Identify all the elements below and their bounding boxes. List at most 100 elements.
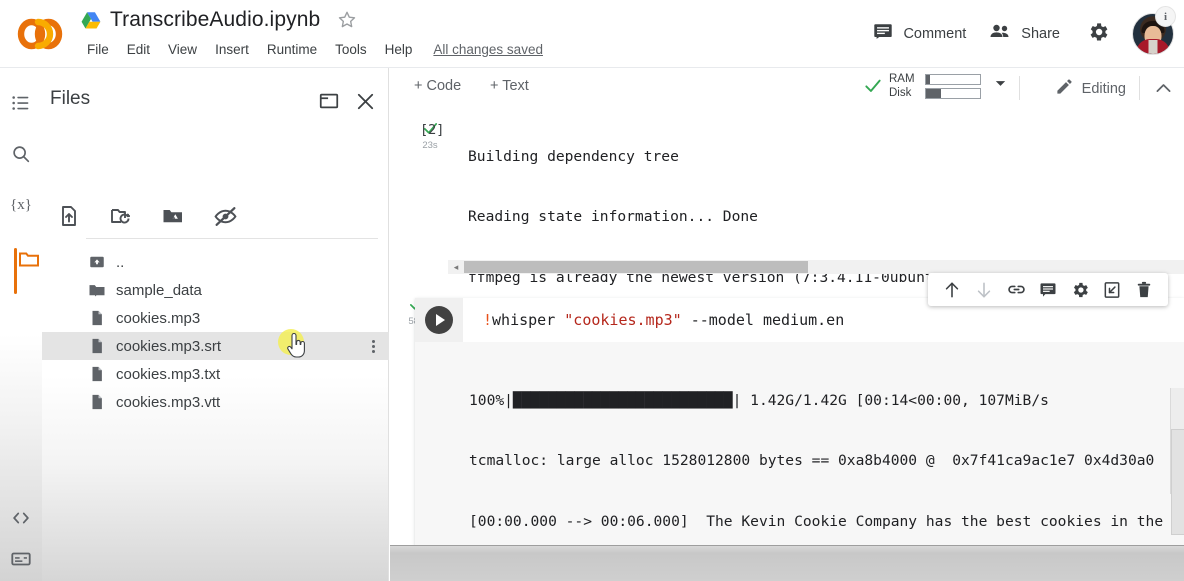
run-cell-button[interactable] xyxy=(415,298,463,342)
code-snippets-icon[interactable] xyxy=(8,505,34,531)
list-item-selected[interactable]: cookies.mp3.srt xyxy=(42,332,389,360)
cell-1-horizontal-scrollbar[interactable]: ◂ xyxy=(448,260,1184,274)
output-line: tcmalloc: large alloc 1528012800 bytes =… xyxy=(469,452,1155,470)
settings-button[interactable] xyxy=(1086,20,1110,49)
expand-caret-icon[interactable] xyxy=(92,285,102,297)
output-line: Reading state information... Done xyxy=(468,208,758,226)
pencil-icon xyxy=(1055,77,1074,101)
toc-icon[interactable] xyxy=(8,90,34,116)
menu-bar: File Edit View Insert Runtime Tools Help… xyxy=(78,36,543,62)
files-panel: Files .. sample_data cookies.mp3 cookies… xyxy=(42,68,389,581)
scroll-left-arrow-icon[interactable]: ◂ xyxy=(448,262,464,273)
link-to-cell-icon[interactable] xyxy=(1003,277,1029,303)
file-icon xyxy=(88,336,106,356)
file-name: sample_data xyxy=(116,281,202,299)
hide-hidden-icon[interactable] xyxy=(210,201,240,231)
app-header: TranscribeAudio.ipynb File Edit View Ins… xyxy=(0,0,1184,68)
files-panel-title: Files xyxy=(50,88,91,109)
files-toolbar xyxy=(54,194,379,238)
close-icon[interactable] xyxy=(352,88,378,114)
comment-button[interactable]: Comment xyxy=(872,21,966,48)
delete-cell-icon[interactable] xyxy=(1131,277,1157,303)
share-button[interactable]: Share xyxy=(988,20,1060,49)
editing-label: Editing xyxy=(1081,81,1126,97)
code-token-bang: ! xyxy=(483,311,493,329)
parent-folder-icon xyxy=(88,252,106,272)
disk-gauge-row: Disk xyxy=(889,87,981,99)
output-line: 100%|█████████████████████████| 1.42G/1.… xyxy=(469,391,1049,409)
star-outline-icon[interactable] xyxy=(336,9,358,31)
file-list: .. sample_data cookies.mp3 cookies.mp3.s… xyxy=(42,248,389,416)
comment-icon xyxy=(872,21,894,48)
file-name: cookies.mp3.txt xyxy=(116,365,221,383)
disk-label: Disk xyxy=(889,87,912,99)
refresh-folder-icon[interactable] xyxy=(106,201,136,231)
variables-icon[interactable]: {x} xyxy=(8,192,34,218)
file-icon xyxy=(88,364,106,384)
folder-icon[interactable] xyxy=(14,246,44,272)
add-text-cell-button[interactable]: + Text xyxy=(490,78,529,94)
avatar-collar xyxy=(1148,40,1158,54)
list-item[interactable]: cookies.mp3.txt xyxy=(42,360,389,388)
cell-2-output: 100%|█████████████████████████| 1.42G/1.… xyxy=(415,342,1184,557)
new-window-icon[interactable] xyxy=(316,88,342,114)
avatar-info-badge[interactable]: i xyxy=(1155,6,1176,27)
file-name: cookies.mp3 xyxy=(116,309,201,327)
notebook-body: 23s [2] Building dependency tree Reading… xyxy=(390,108,1184,581)
google-drive-icon xyxy=(80,9,102,31)
notebook-bottom-area xyxy=(390,545,1184,581)
menu-insert[interactable]: Insert xyxy=(206,40,258,59)
search-icon[interactable] xyxy=(8,141,34,167)
add-code-cell-button[interactable]: + Code xyxy=(414,78,461,94)
code-editor-line[interactable]: !whisper "cookies.mp3" --model medium.en xyxy=(483,311,844,329)
comment-label: Comment xyxy=(903,26,967,42)
variables-glyph: {x} xyxy=(10,196,32,213)
ram-gauge-row: RAM xyxy=(889,73,981,85)
toolbar-divider xyxy=(1139,76,1140,100)
ram-gauge xyxy=(925,73,981,85)
scrollbar-thumb[interactable] xyxy=(464,261,808,273)
add-comment-icon[interactable] xyxy=(1035,277,1061,303)
list-item[interactable]: cookies.mp3 xyxy=(42,304,389,332)
terminal-icon[interactable] xyxy=(8,546,34,572)
code-token-command: whisper xyxy=(492,311,565,329)
output-vertical-scrollbar[interactable] xyxy=(1170,388,1184,535)
cell-1-elapsed: 23s xyxy=(422,140,438,151)
menu-runtime[interactable]: Runtime xyxy=(258,40,326,59)
cell-settings-icon[interactable] xyxy=(1067,277,1093,303)
resources-status[interactable]: RAM Disk xyxy=(863,73,1008,99)
list-item[interactable]: cookies.mp3.vtt xyxy=(42,388,389,416)
move-cell-up-icon[interactable] xyxy=(939,277,965,303)
file-name: .. xyxy=(116,253,125,271)
menu-edit[interactable]: Edit xyxy=(118,40,159,59)
mirror-cell-icon[interactable] xyxy=(1099,277,1125,303)
menu-help[interactable]: Help xyxy=(376,40,422,59)
resource-gauges: RAM Disk xyxy=(889,73,981,99)
cell-action-toolbar xyxy=(928,273,1168,306)
left-icon-rail: {x} xyxy=(0,68,42,581)
ram-label: RAM xyxy=(889,73,915,85)
row-overflow-menu-icon[interactable] xyxy=(372,339,375,353)
move-cell-down-icon xyxy=(971,277,997,303)
cell-1-exec-count: [2] xyxy=(420,122,445,138)
menu-file[interactable]: File xyxy=(78,40,118,59)
scrollbar-thumb[interactable] xyxy=(1171,428,1184,535)
share-label: Share xyxy=(1021,26,1060,42)
colab-app: TranscribeAudio.ipynb File Edit View Ins… xyxy=(0,0,1184,581)
header-actions: Comment Share i xyxy=(850,6,1176,60)
editing-mode-button[interactable]: Editing xyxy=(1055,77,1126,101)
save-status[interactable]: All changes saved xyxy=(433,42,543,57)
file-icon xyxy=(88,308,106,328)
chevron-up-icon[interactable] xyxy=(1153,78,1174,104)
menu-view[interactable]: View xyxy=(159,40,206,59)
list-item[interactable]: .. xyxy=(42,248,389,276)
chevron-down-icon[interactable] xyxy=(993,76,1008,96)
list-item[interactable]: sample_data xyxy=(42,276,389,304)
page-title[interactable]: TranscribeAudio.ipynb xyxy=(110,8,320,32)
code-token-args: --model medium.en xyxy=(681,311,845,329)
upload-file-icon[interactable] xyxy=(54,201,84,231)
file-name: cookies.mp3.vtt xyxy=(116,393,221,411)
toolbar-divider xyxy=(1019,76,1020,100)
menu-tools[interactable]: Tools xyxy=(326,40,376,59)
mount-drive-icon[interactable] xyxy=(158,201,188,231)
